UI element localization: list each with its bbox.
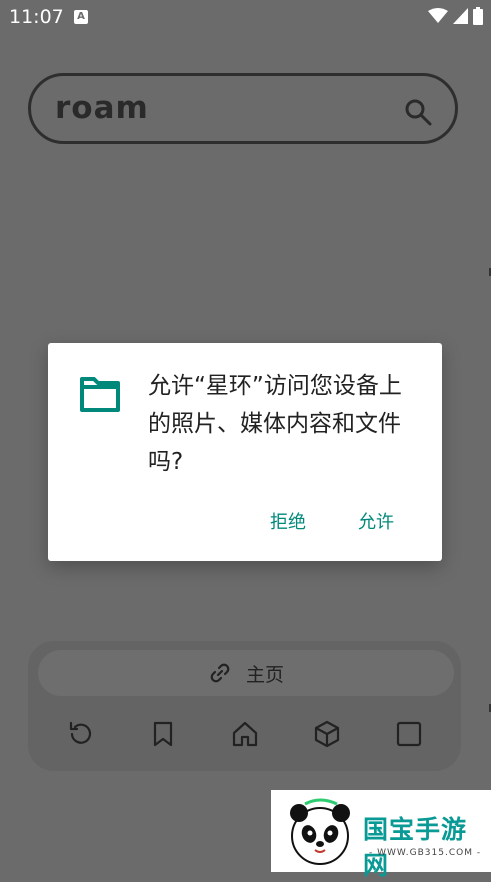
- notification-a-icon: A: [74, 10, 88, 24]
- home-icon[interactable]: [230, 719, 260, 749]
- deny-button[interactable]: 拒绝: [270, 508, 306, 534]
- tabs-icon[interactable]: [394, 719, 424, 749]
- search-icon[interactable]: [403, 97, 433, 127]
- watermark: 国宝手游网 - WWW.GB315.COM -: [271, 790, 491, 880]
- link-icon: [210, 663, 230, 683]
- folder-icon: [80, 377, 120, 412]
- battery-icon: [473, 7, 483, 25]
- status-time: 11:07: [9, 6, 64, 28]
- search-bar[interactable]: roam: [28, 73, 458, 144]
- status-bar: 11:07 A: [0, 0, 491, 34]
- home-label: 主页: [245, 663, 284, 686]
- permission-dialog: 允许“星环”访问您设备上的照片、媒体内容和文件吗? 拒绝 允许: [48, 343, 442, 561]
- watermark-subtitle: - WWW.GB315.COM -: [369, 848, 482, 858]
- status-icons: [428, 7, 483, 25]
- permission-message: 允许“星环”访问您设备上的照片、媒体内容和文件吗?: [148, 373, 402, 475]
- panda-logo-icon: [290, 798, 350, 865]
- watermark-title: 国宝手游网: [363, 815, 468, 880]
- allow-button[interactable]: 允许: [358, 508, 394, 534]
- box-icon[interactable]: [312, 719, 342, 749]
- signal-icon: [453, 8, 468, 24]
- home-link-pill[interactable]: 主页: [38, 650, 454, 696]
- refresh-icon[interactable]: [66, 719, 96, 749]
- bookmark-icon[interactable]: [148, 719, 178, 749]
- search-input[interactable]: roam: [55, 90, 149, 126]
- wifi-icon: [428, 8, 448, 23]
- bottom-toolbar: 主页: [28, 641, 461, 771]
